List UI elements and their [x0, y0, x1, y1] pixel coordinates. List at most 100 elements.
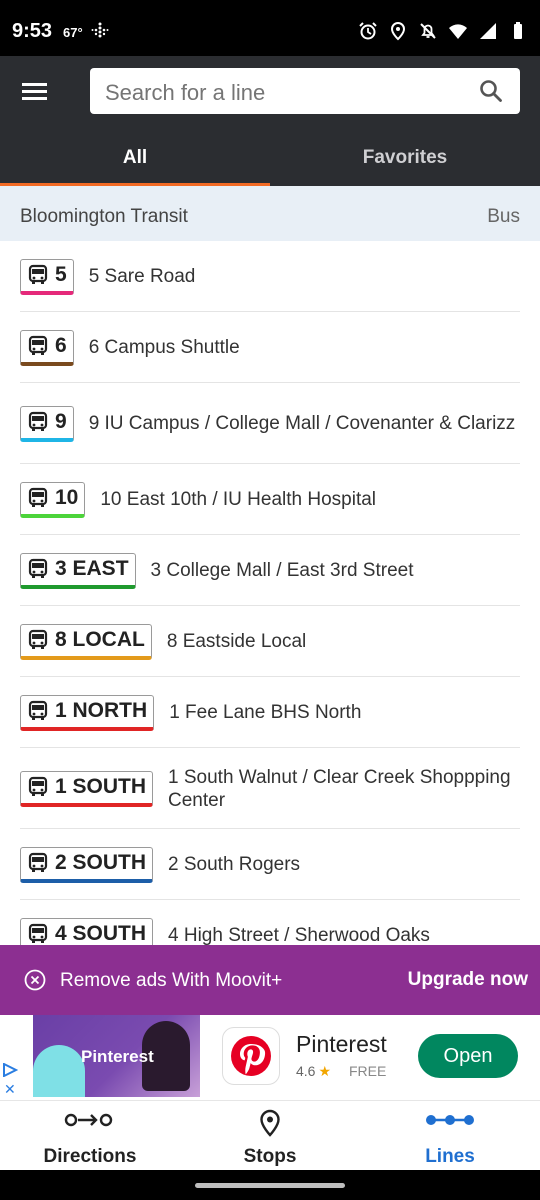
agency-name: Bloomington Transit	[20, 206, 188, 227]
pinterest-logo-icon[interactable]	[222, 1027, 280, 1085]
line-badge: 9	[20, 405, 74, 442]
line-badge: 10	[20, 481, 86, 518]
line-name: 2 South Rogers	[168, 854, 301, 875]
search-placeholder: Search for a line	[105, 80, 266, 105]
star-icon: ★	[318, 1063, 332, 1079]
line-row[interactable]: 4 SOUTH 4 High Street / Sherwood Oaks	[0, 900, 540, 945]
line-badge-label: 5	[55, 263, 67, 286]
tab-favorites-label: Favorites	[362, 147, 448, 168]
nav-stops[interactable]: Stops	[180, 1101, 360, 1171]
line-name: 5 Sare Road	[88, 266, 196, 287]
bus-icon	[28, 776, 48, 796]
line-row[interactable]: 9 9 IU Campus / College Mall / Covenante…	[0, 383, 540, 464]
location-icon	[390, 21, 406, 41]
line-badge: 3 EAST	[20, 552, 136, 589]
directions-icon	[64, 1113, 113, 1127]
bus-icon	[28, 852, 48, 872]
status-bar: 9:53 67°	[0, 0, 540, 56]
line-badge-label: 1 SOUTH	[55, 775, 147, 798]
line-badge: 2 SOUTH	[20, 846, 154, 883]
line-badge-label: 9	[55, 410, 67, 433]
nav-stops-label: Stops	[243, 1146, 297, 1167]
line-name: 8 Eastside Local	[166, 631, 307, 652]
pinterest-p-icon	[231, 1036, 271, 1076]
nav-lines-label: Lines	[425, 1146, 475, 1167]
line-row[interactable]: 1 NORTH 1 Fee Lane BHS North	[0, 677, 540, 748]
adchoices-icon[interactable]	[2, 1063, 18, 1077]
lines-list: 5 5 Sare Road 6 6 Campus Shuttle 9 9 IU …	[0, 241, 540, 945]
nav-directions[interactable]: Directions	[0, 1101, 180, 1171]
ad-image-text: Pinterest	[81, 1047, 154, 1066]
agency-header: Bloomington Transit Bus	[0, 186, 540, 241]
line-badge-label: 3 EAST	[55, 557, 129, 580]
battery-icon	[514, 22, 522, 39]
bus-icon	[28, 629, 48, 649]
menu-icon[interactable]	[20, 78, 50, 104]
ad-image-shape	[33, 1045, 85, 1097]
line-name: 1 South Walnut / Clear Creek Shoppping C…	[168, 766, 511, 811]
home-gesture-pill[interactable]	[195, 1183, 345, 1188]
line-name: 1 Fee Lane BHS North	[169, 702, 362, 723]
line-name: 10 East 10th / IU Health Hospital	[100, 489, 377, 510]
tab-favorites[interactable]: Favorites	[270, 124, 540, 186]
nav-lines[interactable]: Lines	[360, 1101, 540, 1171]
remove-ads-text: Remove ads With Moovit+	[60, 970, 283, 991]
gesture-bar	[0, 1170, 540, 1200]
bottom-navigation: Directions Stops Lines	[0, 1100, 540, 1170]
nav-directions-label: Directions	[43, 1146, 137, 1167]
bus-icon	[28, 487, 48, 507]
line-badge: 1 NORTH	[20, 694, 155, 731]
line-badge-label: 6	[55, 334, 67, 357]
signal-icon	[480, 23, 496, 39]
bus-icon	[28, 923, 48, 943]
remove-ads-banner[interactable]: Remove ads With Moovit+ Upgrade now	[0, 945, 540, 1015]
upgrade-now-button[interactable]: Upgrade now	[408, 969, 528, 991]
line-badge-label: 10	[55, 486, 79, 509]
status-time: 9:53	[12, 20, 53, 42]
alarm-icon	[359, 22, 377, 40]
bus-icon	[28, 700, 48, 720]
bus-icon	[28, 264, 48, 284]
status-temperature: 67°	[63, 25, 83, 40]
close-circle-icon[interactable]	[24, 969, 46, 991]
line-badge-label: 4 SOUTH	[55, 922, 147, 945]
ad-rating-value: 4.6	[296, 1063, 316, 1079]
ad-close-icon[interactable]: ✕	[4, 1081, 16, 1098]
line-name: 3 College Mall / East 3rd Street	[150, 560, 414, 581]
line-row[interactable]: 10 10 East 10th / IU Health Hospital	[0, 464, 540, 535]
wifi-icon	[449, 24, 467, 39]
ad-app-price: FREE	[349, 1063, 387, 1079]
line-badge-label: 8 LOCAL	[55, 628, 145, 651]
line-row[interactable]: 5 5 Sare Road	[0, 241, 540, 312]
line-badge-label: 2 SOUTH	[55, 851, 147, 874]
line-badge: 1 SOUTH	[20, 770, 154, 807]
line-name: 9 IU Campus / College Mall / Covenanter …	[88, 413, 516, 434]
lines-icon	[426, 1115, 474, 1125]
grid-dots-icon	[91, 22, 109, 38]
line-row[interactable]: 1 SOUTH 1 South Walnut / Clear Creek Sho…	[0, 748, 540, 829]
tab-all[interactable]: All	[0, 124, 270, 186]
line-row[interactable]: 3 EAST 3 College Mall / East 3rd Street	[0, 535, 540, 606]
ad-open-button[interactable]: Open	[418, 1034, 518, 1078]
ad-image[interactable]: Pinterest	[33, 1015, 200, 1097]
line-badge-label: 1 NORTH	[55, 699, 148, 722]
search-icon[interactable]	[478, 78, 504, 104]
line-badge: 4 SOUTH	[20, 917, 154, 945]
line-badge: 8 LOCAL	[20, 623, 152, 660]
notifications-off-icon	[420, 23, 436, 39]
line-row[interactable]: 2 SOUTH 2 South Rogers	[0, 829, 540, 900]
stops-icon	[260, 1109, 280, 1137]
line-badge: 5	[20, 258, 74, 295]
status-icons	[358, 21, 528, 41]
bus-icon	[28, 411, 48, 431]
ad-app-name: Pinterest	[296, 1031, 387, 1057]
line-badge: 6	[20, 329, 74, 366]
search-input[interactable]: Search for a line	[90, 68, 520, 114]
ad-app-rating: 4.6 ★	[296, 1063, 331, 1080]
line-name: 4 High Street / Sherwood Oaks	[168, 925, 430, 945]
line-row[interactable]: 8 LOCAL 8 Eastside Local	[0, 606, 540, 677]
tab-all-label: All	[122, 147, 148, 168]
bus-icon	[28, 335, 48, 355]
line-row[interactable]: 6 6 Campus Shuttle	[0, 312, 540, 383]
ad-unit[interactable]: ✕ Pinterest Pinterest 4.6 ★ FREE Open	[0, 1015, 540, 1100]
